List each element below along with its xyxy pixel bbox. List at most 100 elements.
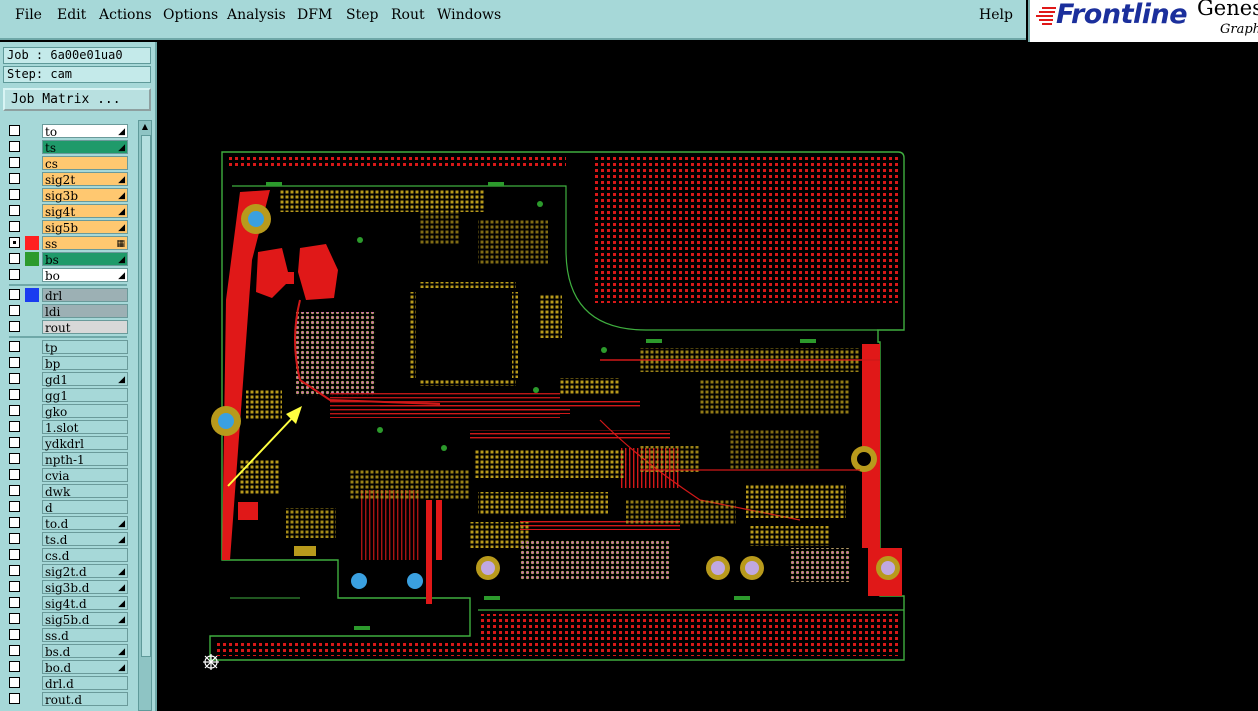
layer-row[interactable]: bo.d ◢ bbox=[6, 659, 128, 675]
layer-row[interactable]: tp bbox=[6, 339, 128, 355]
layer-row[interactable]: sig4t ◢ bbox=[6, 203, 128, 219]
layer-display-checkbox[interactable] bbox=[9, 289, 20, 300]
layer-name[interactable]: rout.d bbox=[42, 692, 128, 707]
layer-row[interactable]: sig4t.d ◢ bbox=[6, 595, 128, 611]
layer-row[interactable]: npth-1 bbox=[6, 451, 128, 467]
menu-actions[interactable]: Actions bbox=[99, 7, 152, 23]
menu-help[interactable]: Help bbox=[979, 7, 1013, 23]
layer-name[interactable]: dwk bbox=[42, 484, 128, 499]
layer-name[interactable]: ydkdrl bbox=[42, 436, 128, 451]
layer-display-checkbox[interactable] bbox=[9, 661, 20, 672]
layer-display-checkbox[interactable] bbox=[9, 533, 20, 544]
menu-file[interactable]: File bbox=[15, 7, 42, 23]
menu-step[interactable]: Step bbox=[346, 7, 378, 23]
menu-analysis[interactable]: Analysis bbox=[227, 7, 286, 23]
scroll-thumb[interactable] bbox=[141, 135, 151, 657]
layer-row[interactable]: sig5b ◢ bbox=[6, 219, 128, 235]
layer-row[interactable]: ss.d bbox=[6, 627, 128, 643]
layer-display-checkbox[interactable] bbox=[9, 373, 20, 384]
layer-row[interactable]: bs.d ◢ bbox=[6, 643, 128, 659]
layer-name[interactable]: tp bbox=[42, 340, 128, 355]
layer-row[interactable]: bo ◢ bbox=[6, 267, 128, 283]
layer-name[interactable]: ldi bbox=[42, 304, 128, 319]
layer-row[interactable]: sig3b ◢ bbox=[6, 187, 128, 203]
layer-row[interactable]: sig5b.d ◢ bbox=[6, 611, 128, 627]
layer-display-checkbox[interactable] bbox=[9, 389, 20, 400]
layer-row[interactable]: ldi bbox=[6, 303, 128, 319]
layer-display-checkbox[interactable] bbox=[9, 405, 20, 416]
layer-row[interactable]: sig3b.d ◢ bbox=[6, 579, 128, 595]
layer-display-checkbox[interactable] bbox=[9, 517, 20, 528]
layer-display-checkbox[interactable] bbox=[9, 269, 20, 280]
layer-name[interactable]: ss ▦ bbox=[42, 236, 128, 251]
layer-display-checkbox[interactable] bbox=[9, 237, 20, 248]
layer-name[interactable]: bo ◢ bbox=[42, 268, 128, 283]
layer-display-checkbox[interactable] bbox=[9, 581, 20, 592]
layer-row[interactable]: drl.d bbox=[6, 675, 128, 691]
graphic-canvas[interactable] bbox=[157, 42, 1258, 711]
layer-row[interactable]: gko bbox=[6, 403, 128, 419]
layer-display-checkbox[interactable] bbox=[9, 693, 20, 704]
layer-display-checkbox[interactable] bbox=[9, 341, 20, 352]
layer-name[interactable]: sig3b.d ◢ bbox=[42, 580, 128, 595]
layer-row[interactable]: ts.d ◢ bbox=[6, 531, 128, 547]
layer-display-checkbox[interactable] bbox=[9, 437, 20, 448]
layer-display-checkbox[interactable] bbox=[9, 173, 20, 184]
layer-display-checkbox[interactable] bbox=[9, 469, 20, 480]
layer-display-checkbox[interactable] bbox=[9, 221, 20, 232]
layer-display-checkbox[interactable] bbox=[9, 613, 20, 624]
layer-name[interactable]: cs.d bbox=[42, 548, 128, 563]
layer-display-checkbox[interactable] bbox=[9, 597, 20, 608]
layer-display-checkbox[interactable] bbox=[9, 485, 20, 496]
layer-name[interactable]: npth-1 bbox=[42, 452, 128, 467]
layer-row[interactable]: gg1 bbox=[6, 387, 128, 403]
layer-name[interactable]: gko bbox=[42, 404, 128, 419]
layer-name[interactable]: ss.d bbox=[42, 628, 128, 643]
layer-display-checkbox[interactable] bbox=[9, 453, 20, 464]
layer-row[interactable]: ts ◢ bbox=[6, 139, 128, 155]
layer-display-checkbox[interactable] bbox=[9, 141, 20, 152]
layer-display-checkbox[interactable] bbox=[9, 421, 20, 432]
layer-row[interactable]: d bbox=[6, 499, 128, 515]
layer-name[interactable]: sig2t ◢ bbox=[42, 172, 128, 187]
layer-display-checkbox[interactable] bbox=[9, 205, 20, 216]
layer-display-checkbox[interactable] bbox=[9, 157, 20, 168]
layer-name[interactable]: to ◢ bbox=[42, 124, 128, 139]
layer-name[interactable]: bp bbox=[42, 356, 128, 371]
layer-row[interactable]: bp bbox=[6, 355, 128, 371]
layer-name[interactable]: cvia bbox=[42, 468, 128, 483]
layer-name[interactable]: gd1 ◢ bbox=[42, 372, 128, 387]
layer-row[interactable]: ss ▦ bbox=[6, 235, 128, 251]
layer-name[interactable]: sig3b ◢ bbox=[42, 188, 128, 203]
layer-row[interactable]: dwk bbox=[6, 483, 128, 499]
menu-rout[interactable]: Rout bbox=[391, 7, 425, 23]
layer-name[interactable]: bs.d ◢ bbox=[42, 644, 128, 659]
layer-name[interactable]: to.d ◢ bbox=[42, 516, 128, 531]
layer-row[interactable]: cvia bbox=[6, 467, 128, 483]
layer-name[interactable]: drl.d bbox=[42, 676, 128, 691]
layer-row[interactable]: 1.slot bbox=[6, 419, 128, 435]
layer-name[interactable]: ts ◢ bbox=[42, 140, 128, 155]
menu-edit[interactable]: Edit bbox=[57, 7, 86, 23]
layer-display-checkbox[interactable] bbox=[9, 565, 20, 576]
menu-windows[interactable]: Windows bbox=[437, 7, 501, 23]
layer-display-checkbox[interactable] bbox=[9, 189, 20, 200]
layer-row[interactable]: drl bbox=[6, 287, 128, 303]
layer-name[interactable]: rout bbox=[42, 320, 128, 335]
layer-display-checkbox[interactable] bbox=[9, 357, 20, 368]
layer-name[interactable]: gg1 bbox=[42, 388, 128, 403]
layer-name[interactable]: bs ◢ bbox=[42, 252, 128, 267]
layer-color-swatch[interactable] bbox=[25, 288, 39, 302]
layer-display-checkbox[interactable] bbox=[9, 125, 20, 136]
layer-row[interactable]: gd1 ◢ bbox=[6, 371, 128, 387]
layer-name[interactable]: sig2t.d ◢ bbox=[42, 564, 128, 579]
layer-row[interactable]: bs ◢ bbox=[6, 251, 128, 267]
job-matrix-button[interactable]: Job Matrix ... bbox=[3, 88, 151, 111]
layer-row[interactable]: cs bbox=[6, 155, 128, 171]
layer-row[interactable]: to ◢ bbox=[6, 123, 128, 139]
layer-row[interactable]: ydkdrl bbox=[6, 435, 128, 451]
layer-name[interactable]: 1.slot bbox=[42, 420, 128, 435]
layer-list-scrollbar[interactable]: ▲ bbox=[138, 120, 152, 711]
scroll-up-arrow-icon[interactable]: ▲ bbox=[140, 122, 150, 132]
menu-dfm[interactable]: DFM bbox=[297, 7, 332, 23]
